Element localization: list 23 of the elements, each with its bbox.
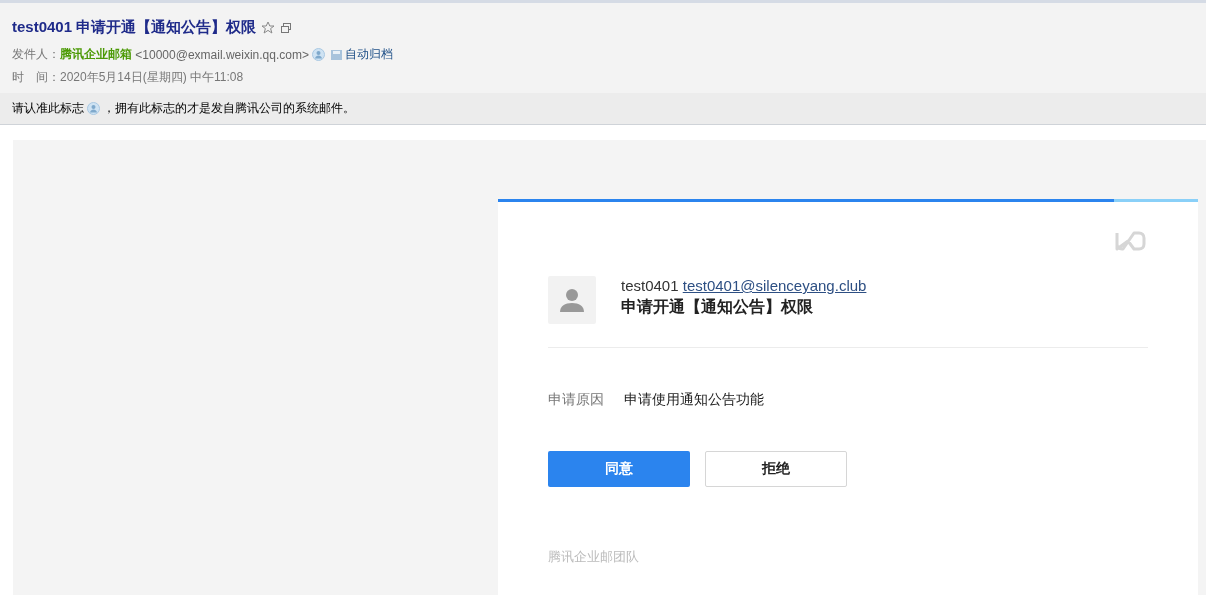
verified-icon [311, 48, 325, 61]
time-label: 时 间： [12, 69, 60, 86]
archive-icon[interactable] [329, 48, 343, 61]
email-subject: test0401 申请开通【通知公告】权限 [12, 18, 257, 37]
verified-icon [87, 102, 100, 115]
footer-signature: 腾讯企业邮团队 [548, 548, 640, 566]
star-icon[interactable] [261, 20, 276, 35]
logo-icon [1114, 229, 1148, 253]
reject-button[interactable]: 拒绝 [705, 451, 847, 487]
field-value: 申请使用通知公告功能 [624, 391, 764, 409]
notice-text: 请认准此标志 [12, 100, 84, 117]
sender-address: <10000@exmail.weixin.qq.com> [134, 47, 309, 62]
requester-email-link[interactable]: test0401@silenceyang.club [682, 277, 867, 294]
request-title: 申请开通【通知公告】权限 [621, 297, 814, 317]
auto-archive-link[interactable]: 自动归档 [344, 46, 393, 63]
time-value: 2020年5月14日(星期四) 中午11:08 [60, 69, 244, 86]
requester-name: test0401 [621, 277, 679, 294]
sender-label: 发件人： [12, 46, 60, 63]
field-label: 申请原因 [548, 391, 604, 409]
notice-text: ，拥有此标志的才是发自腾讯公司的系统邮件。 [103, 100, 355, 117]
approve-button[interactable]: 同意 [548, 451, 690, 487]
person-icon [559, 287, 585, 313]
new-window-icon[interactable] [280, 21, 293, 34]
